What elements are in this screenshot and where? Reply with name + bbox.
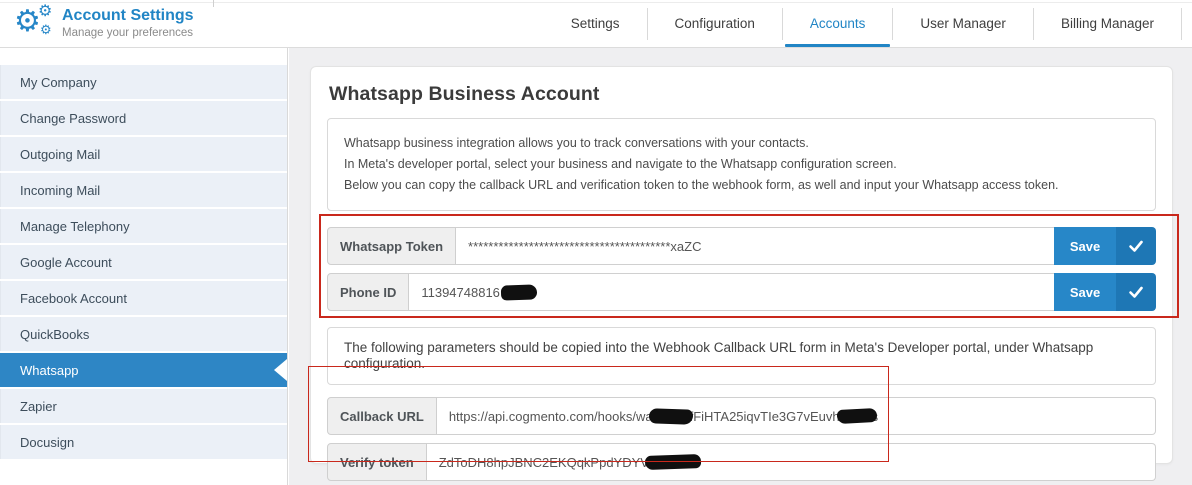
webhook-note: The following parameters should be copie… — [327, 327, 1156, 385]
whatsapp-token-input[interactable]: ****************************************… — [456, 227, 1054, 265]
redaction-blob — [501, 284, 538, 300]
verify-token-input[interactable]: ZdToDH8hpJBNC2EKQqkPpdYDYV — [427, 443, 1156, 481]
page-title: Account Settings — [62, 7, 194, 25]
whatsapp-token-row: Whatsapp Token *************************… — [327, 227, 1156, 265]
sidebar-item-google-account[interactable]: Google Account — [0, 245, 287, 279]
tab-settings[interactable]: Settings — [544, 0, 647, 48]
sidebar-item-facebook-account[interactable]: Facebook Account — [0, 281, 287, 315]
tab-user-manager[interactable]: User Manager — [893, 0, 1033, 48]
sidebar-item-zapier[interactable]: Zapier — [0, 389, 287, 423]
crop-artifact-tick — [213, 0, 214, 7]
whatsapp-token-label: Whatsapp Token — [327, 227, 456, 265]
intro-line: Below you can copy the callback URL and … — [344, 178, 1139, 193]
tab-billing-manager[interactable]: Billing Manager — [1034, 0, 1181, 48]
phone-id-row: Phone ID 11394748816 Save — [327, 273, 1156, 311]
verify-token-label: Verify token — [327, 443, 427, 481]
redaction-blob — [645, 454, 701, 470]
sidebar-item-manage-telephony[interactable]: Manage Telephony — [0, 209, 287, 243]
save-token-button[interactable]: Save — [1054, 227, 1156, 265]
save-phone-button[interactable]: Save — [1054, 273, 1156, 311]
content-area: Whatsapp Business Account Whatsapp busin… — [289, 48, 1192, 485]
callback-url-input[interactable]: https://api.cogmento.com/hooks/wa fFiHTA… — [437, 397, 1156, 435]
tab-divider — [1181, 8, 1182, 40]
tab-accounts[interactable]: Accounts — [783, 0, 893, 48]
settings-sidebar: My Company Change Password Outgoing Mail… — [0, 48, 288, 485]
verify-token-row: Verify token ZdToDH8hpJBNC2EKQqkPpdYDYV — [327, 443, 1156, 481]
redaction-blob — [648, 408, 692, 425]
section-title: Whatsapp Business Account — [329, 83, 1156, 106]
sidebar-item-docusign[interactable]: Docusign — [0, 425, 287, 459]
check-icon — [1116, 273, 1156, 311]
tab-configuration[interactable]: Configuration — [648, 0, 782, 48]
intro-line: Whatsapp business integration allows you… — [344, 136, 1139, 151]
top-nav-tabs: Settings Configuration Accounts User Man… — [544, 0, 1192, 48]
redaction-blob — [836, 408, 877, 424]
page-subtitle: Manage your preferences — [62, 26, 194, 40]
selected-notch — [274, 359, 287, 381]
callback-url-row: Callback URL https://api.cogmento.com/ho… — [327, 397, 1156, 435]
page-header: ⚙ ⚙ ⚙ Account Settings Manage your prefe… — [0, 0, 1192, 48]
account-settings-page: ⚙ ⚙ ⚙ Account Settings Manage your prefe… — [0, 0, 1192, 485]
phone-id-input[interactable]: 11394748816 — [409, 273, 1054, 311]
whatsapp-settings-card: Whatsapp Business Account Whatsapp busin… — [310, 66, 1173, 464]
phone-id-label: Phone ID — [327, 273, 409, 311]
sidebar-item-incoming-mail[interactable]: Incoming Mail — [0, 173, 287, 207]
intro-line: In Meta's developer portal, select your … — [344, 157, 1139, 172]
sidebar-item-outgoing-mail[interactable]: Outgoing Mail — [0, 137, 287, 171]
settings-gears-icon: ⚙ ⚙ ⚙ — [14, 5, 56, 43]
check-icon — [1116, 227, 1156, 265]
sidebar-item-my-company[interactable]: My Company — [0, 65, 287, 99]
intro-box: Whatsapp business integration allows you… — [327, 118, 1156, 211]
sidebar-item-change-password[interactable]: Change Password — [0, 101, 287, 135]
sidebar-item-quickbooks[interactable]: QuickBooks — [0, 317, 287, 351]
callback-url-label: Callback URL — [327, 397, 437, 435]
app-identity: ⚙ ⚙ ⚙ Account Settings Manage your prefe… — [0, 5, 194, 43]
sidebar-item-whatsapp[interactable]: Whatsapp — [0, 353, 287, 387]
